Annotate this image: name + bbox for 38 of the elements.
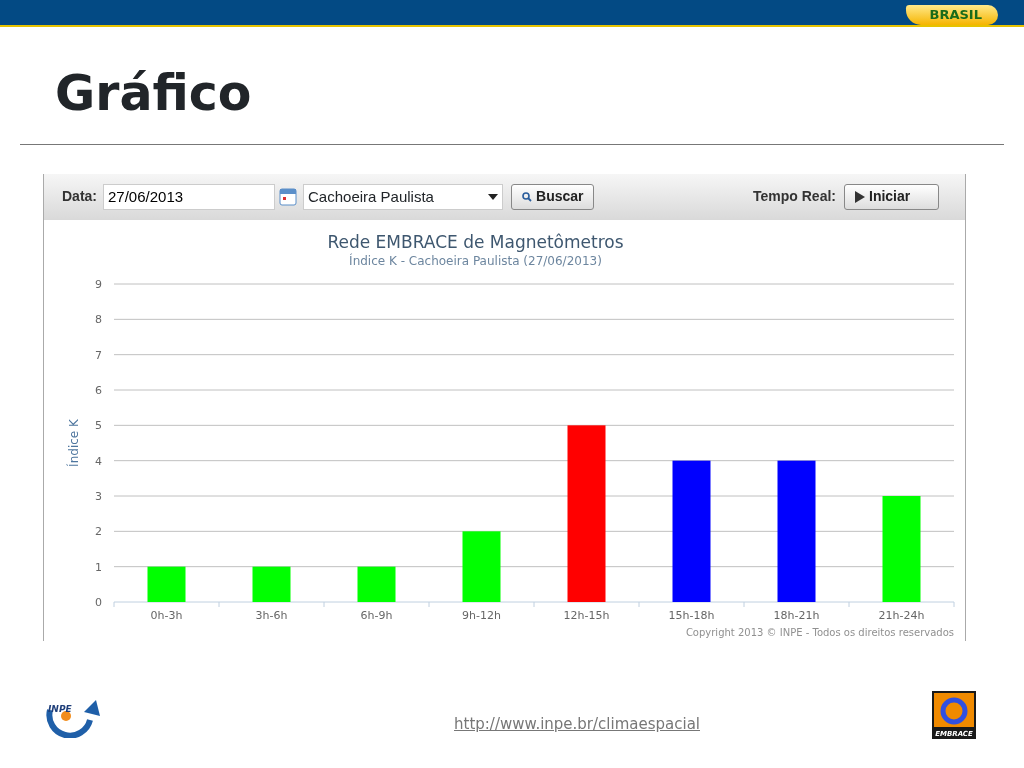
y-tick-label: 7 [95, 348, 102, 362]
x-tick-label: 18h-21h [773, 608, 820, 622]
play-icon [855, 190, 865, 203]
calendar-icon[interactable] [279, 187, 297, 206]
realtime-label: Tempo Real: [753, 187, 836, 207]
start-button[interactable]: Iniciar [844, 183, 939, 210]
brasil-logo: BRASIL [905, 4, 998, 25]
y-tick-label: 8 [95, 313, 102, 327]
x-tick-label: 15h-18h [668, 608, 715, 622]
chart-subtitle: Índice K - Cachoeira Paulista (27/06/2013) [349, 253, 602, 268]
slide-title: Gráfico [55, 65, 253, 124]
search-icon [522, 191, 532, 202]
x-tick-label: 21h-24h [878, 608, 925, 622]
y-tick-label: 2 [95, 525, 102, 539]
chart-title: Rede EMBRACE de Magnetômetros [327, 231, 624, 252]
embrace-logo-drawing [932, 690, 976, 739]
y-tick-label: 4 [95, 454, 102, 468]
x-tick-label: 3h-6h [255, 608, 288, 622]
y-tick-label: 1 [95, 560, 102, 574]
x-tick-label: 6h-9h [360, 608, 393, 622]
y-tick-label: 5 [95, 419, 102, 433]
station-dropdown[interactable]: Cachoeira Paulista [303, 183, 503, 210]
y-axis-title: Índice K [67, 418, 81, 467]
date-label: Data: [62, 187, 97, 207]
x-tick-label: 12h-15h [563, 608, 610, 622]
copyright-text: Copyright 2013 © INPE - Todos os direitos reservados [685, 626, 954, 638]
y-tick-label: 0 [95, 595, 102, 609]
date-field[interactable]: 27/06/2013 [103, 183, 275, 210]
y-tick-label: 9 [95, 277, 102, 291]
x-tick-label: 0h-3h [150, 608, 183, 622]
x-tick-label: 9h-12h [462, 608, 501, 622]
search-button[interactable]: Buscar [511, 183, 595, 210]
logo-text: INPE [48, 703, 72, 714]
y-tick-label: 3 [95, 489, 102, 503]
inpe-logo-drawing [46, 699, 100, 738]
y-tick-label: 6 [95, 383, 102, 397]
caret-icon [488, 193, 498, 200]
website-link[interactable]: http://www.inpe.br/climaespacial [454, 712, 700, 736]
